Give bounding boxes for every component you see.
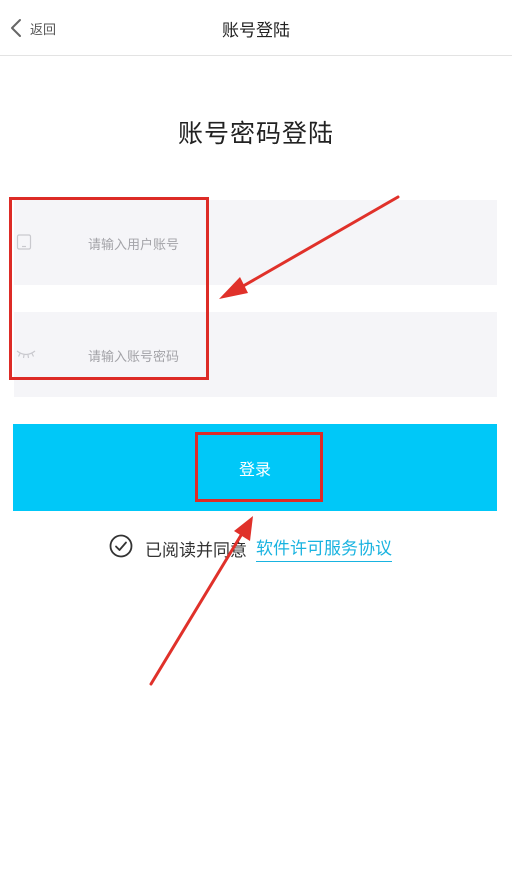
- page-heading: 账号密码登陆: [177, 119, 334, 148]
- check-circle-icon[interactable]: [109, 534, 133, 562]
- agreement-row: 已阅读并同意 软件许可服务协议: [109, 534, 392, 562]
- phone-icon: [16, 234, 32, 254]
- top-nav-bar: 返回 账号登陆: [0, 0, 512, 56]
- terms-link[interactable]: 软件许可服务协议: [256, 534, 392, 562]
- nav-title: 账号登陆: [222, 21, 290, 41]
- eye-closed-icon: [16, 346, 36, 365]
- password-placeholder: 请输入账号密码: [88, 350, 180, 365]
- password-field[interactable]: 请输入账号密码: [14, 312, 497, 397]
- username-field[interactable]: 请输入用户账号: [14, 200, 497, 285]
- agreement-text: 已阅读并同意: [145, 540, 247, 561]
- login-button[interactable]: 登录: [13, 424, 497, 511]
- username-placeholder: 请输入用户账号: [88, 238, 180, 253]
